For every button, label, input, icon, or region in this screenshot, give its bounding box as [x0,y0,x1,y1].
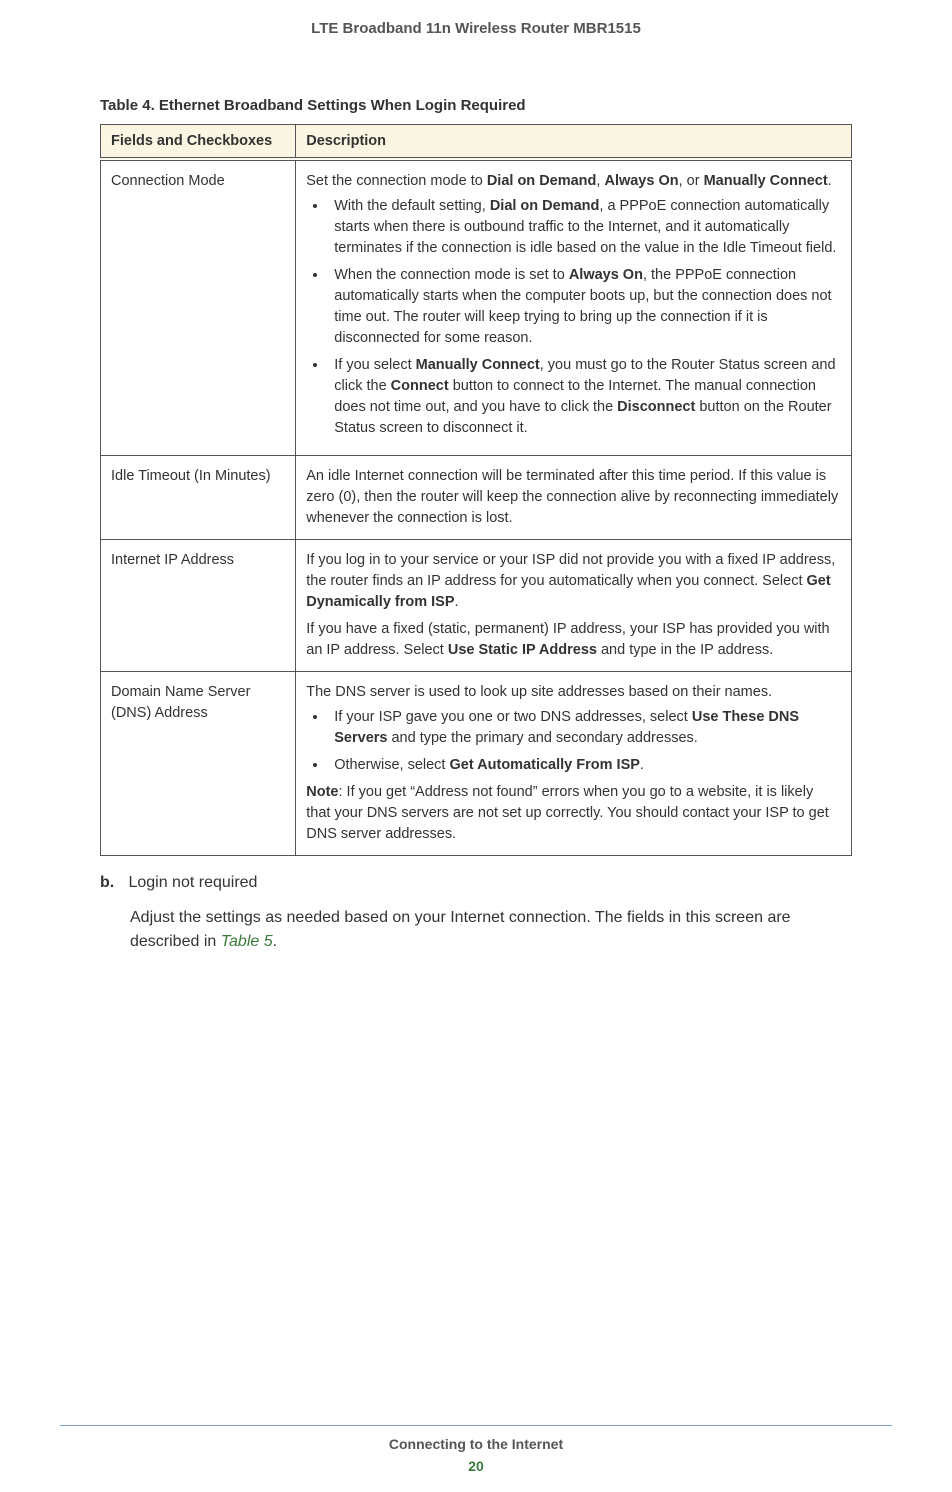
bold-text: Use Static IP Address [448,642,597,658]
footer-title: Connecting to the Internet [0,1436,952,1452]
bullet-list: If your ISP gave you one or two DNS addr… [306,707,841,776]
section-b-title: Login not required [128,874,257,891]
settings-table: Fields and Checkboxes Description Connec… [100,124,852,856]
paragraph: If you have a fixed (static, permanent) … [306,619,841,661]
section-b-description: Adjust the settings as needed based on y… [130,906,852,954]
bold-text: Always On [569,267,643,283]
list-item: Otherwise, select Get Automatically From… [328,755,841,776]
list-item: With the default setting, Dial on Demand… [328,196,841,259]
section-b-label: b. [100,874,124,892]
paragraph: If you log in to your service or your IS… [306,550,841,613]
paragraph: Note: If you get “Address not found” err… [306,782,841,845]
field-connection-mode: Connection Mode [101,159,296,456]
text: : If you get “Address not found” errors … [306,784,829,842]
text: . [828,173,832,189]
text: If you select [334,357,415,373]
text: When the connection mode is set to [334,267,569,283]
field-dns: Domain Name Server (DNS) Address [101,672,296,856]
col-description-header: Description [296,125,852,160]
bold-text: Manually Connect [416,357,540,373]
bold-text: Note [306,784,338,800]
page-header: LTE Broadband 11n Wireless Router MBR151… [0,0,952,97]
bold-text: Disconnect [617,399,695,415]
bold-text: Connect [391,378,449,394]
table-reference-link[interactable]: Table 5 [221,933,273,950]
text: If you log in to your service or your IS… [306,552,835,589]
bold-text: Always On [604,173,678,189]
table-header-row: Fields and Checkboxes Description [101,125,852,160]
desc-internet-ip: If you log in to your service or your IS… [296,540,852,672]
bold-text: Manually Connect [704,173,828,189]
text: With the default setting, [334,198,490,214]
text: and type in the IP address. [597,642,773,658]
col-fields-header: Fields and Checkboxes [101,125,296,160]
text: If your ISP gave you one or two DNS addr… [334,709,692,725]
bold-text: Get Automatically From ISP [450,757,640,773]
list-item: If your ISP gave you one or two DNS addr… [328,707,841,749]
table-row: Connection Mode Set the connection mode … [101,159,852,456]
text: Otherwise, select [334,757,449,773]
text: Set the connection mode to [306,173,487,189]
desc-connection-mode: Set the connection mode to Dial on Deman… [296,159,852,456]
bullet-list: With the default setting, Dial on Demand… [306,196,841,439]
text: , or [679,173,704,189]
table-row: Domain Name Server (DNS) Address The DNS… [101,672,852,856]
list-item: If you select Manually Connect, you must… [328,355,841,439]
section-b: b. Login not required Adjust the setting… [100,874,852,954]
content-area: Table 4. Ethernet Broadband Settings Whe… [0,97,952,954]
bold-text: Dial on Demand [487,173,597,189]
table-row: Idle Timeout (In Minutes) An idle Intern… [101,456,852,540]
desc-idle-timeout: An idle Internet connection will be term… [296,456,852,540]
desc-dns: The DNS server is used to look up site a… [296,672,852,856]
text: . [640,757,644,773]
footer-page-number: 20 [0,1458,952,1474]
paragraph: The DNS server is used to look up site a… [306,682,841,703]
text: . [455,594,459,610]
bold-text: Dial on Demand [490,198,600,214]
field-idle-timeout: Idle Timeout (In Minutes) [101,456,296,540]
field-internet-ip: Internet IP Address [101,540,296,672]
list-item: When the connection mode is set to Alway… [328,265,841,349]
text: and type the primary and secondary addre… [387,730,697,746]
table-caption: Table 4. Ethernet Broadband Settings Whe… [100,97,852,114]
table-row: Internet IP Address If you log in to you… [101,540,852,672]
text: . [273,933,277,950]
page-footer: Connecting to the Internet 20 [0,1425,952,1474]
footer-divider [60,1425,892,1426]
